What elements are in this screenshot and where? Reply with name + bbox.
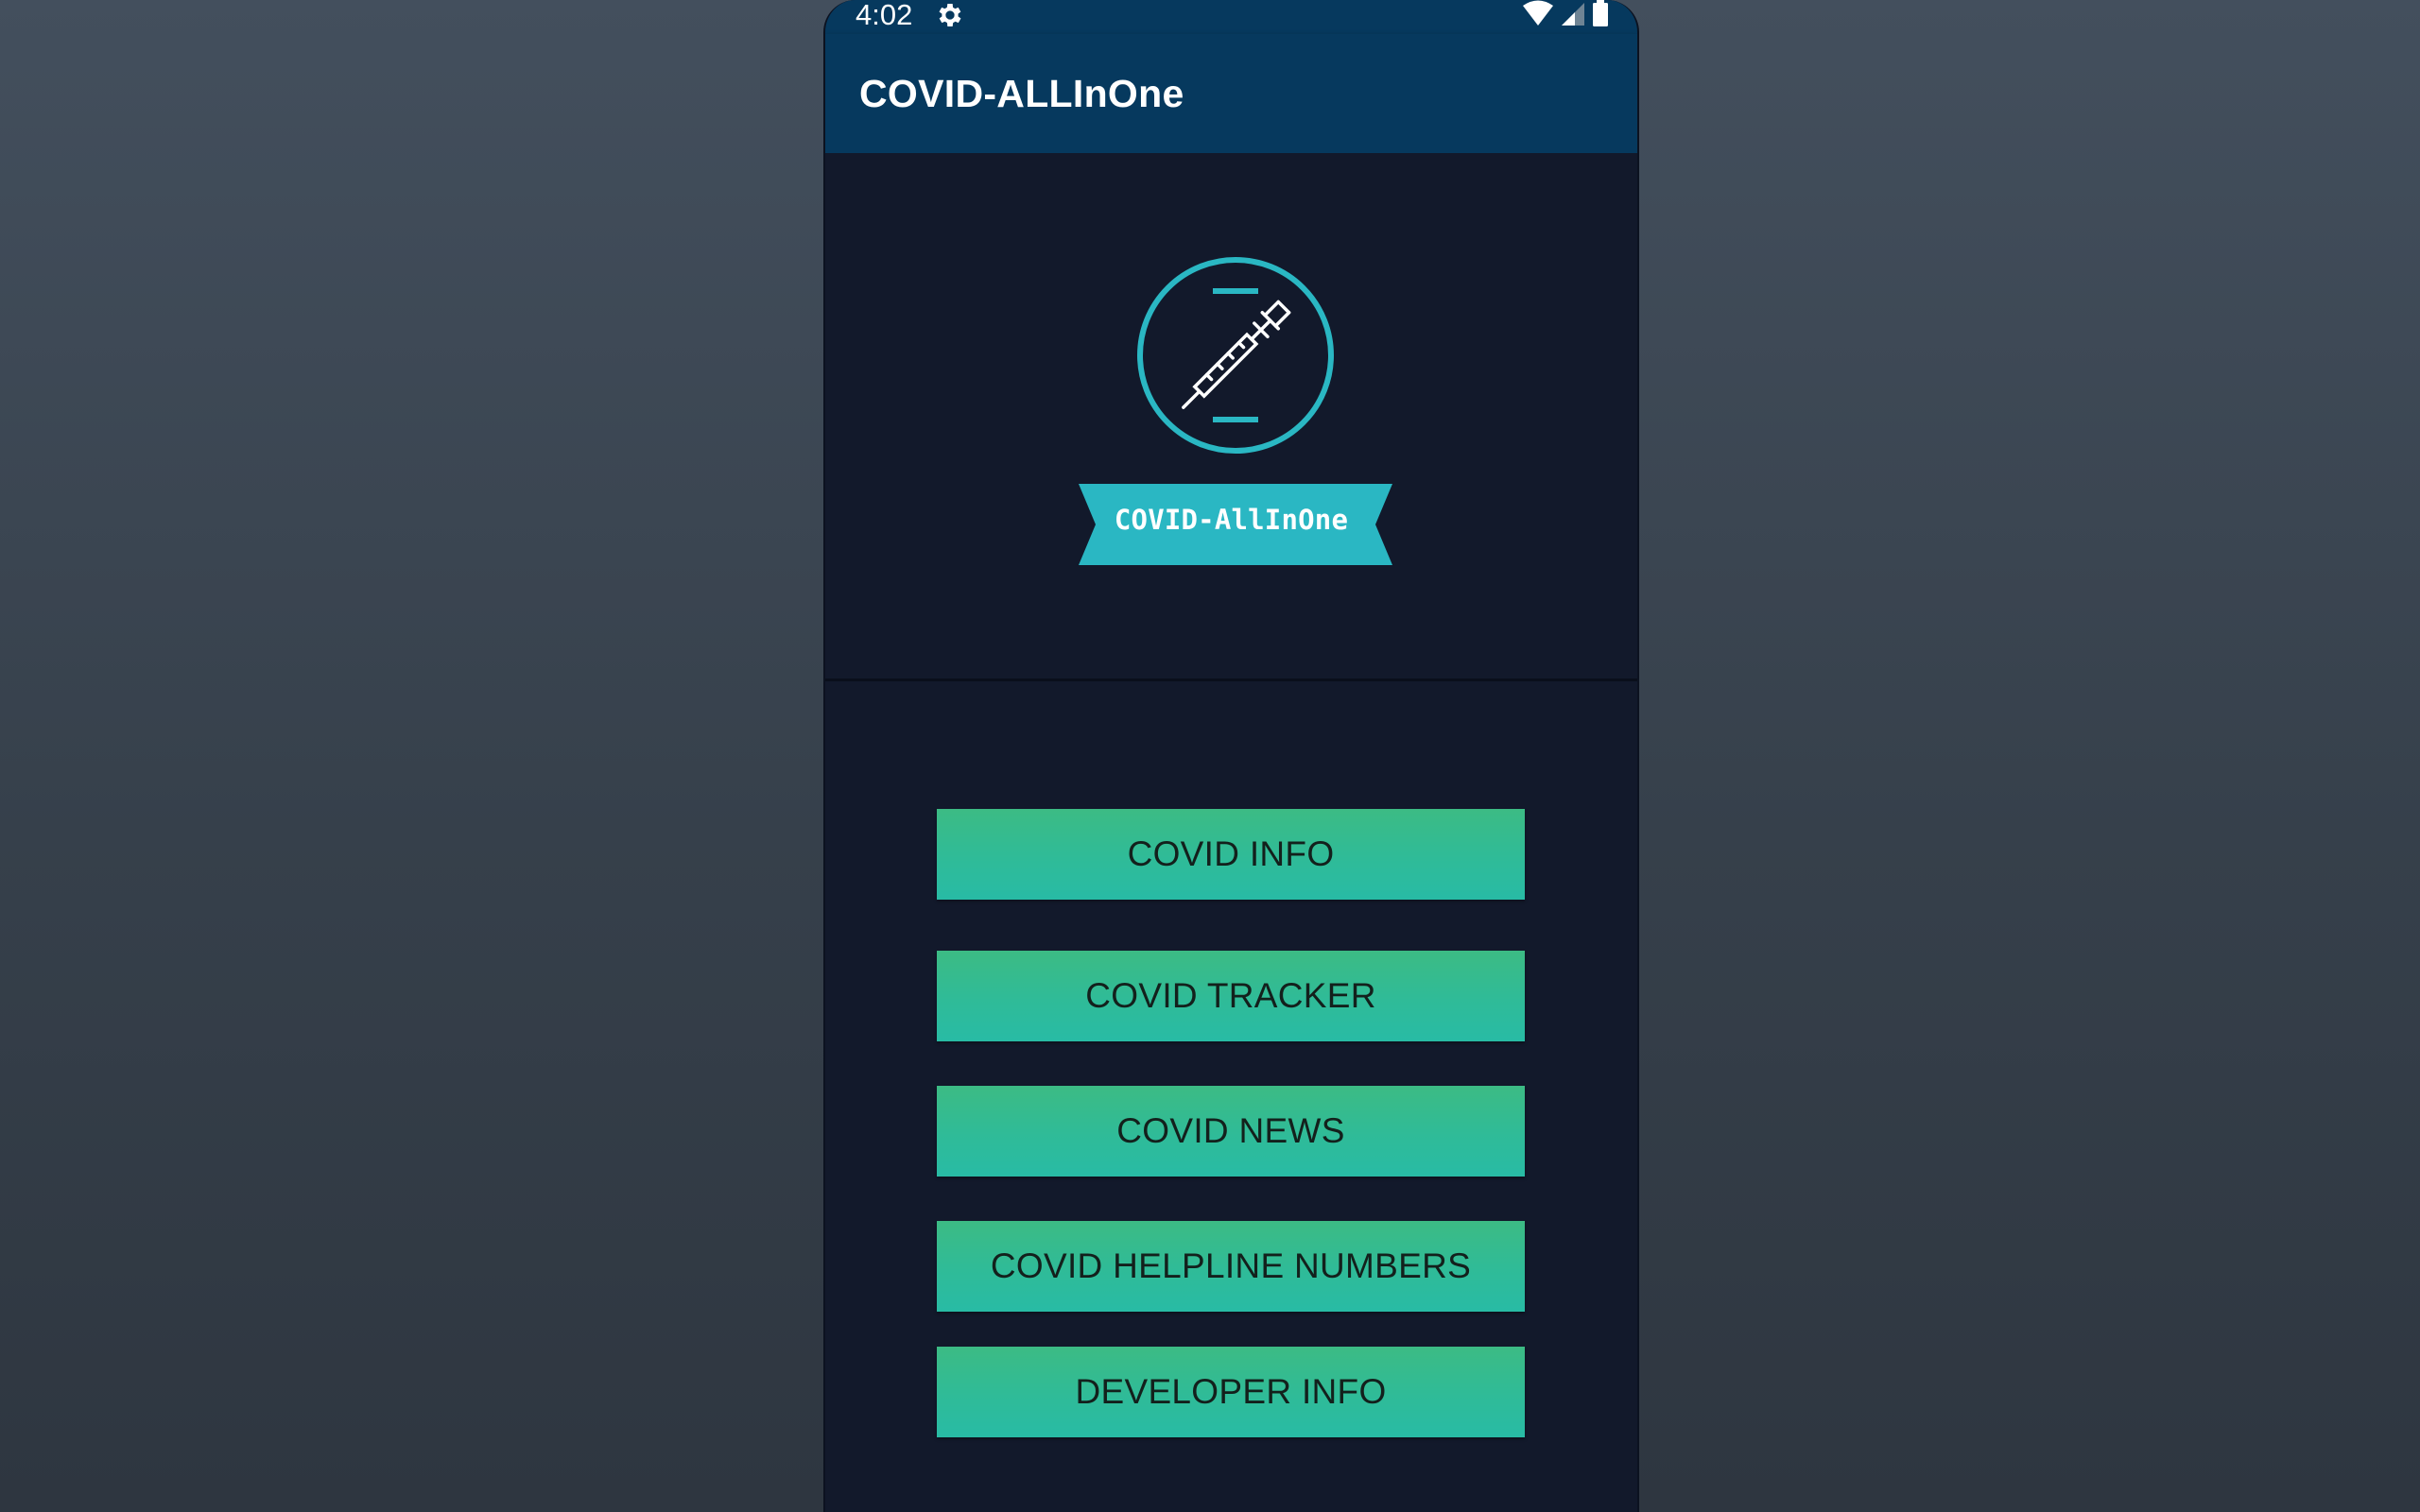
wifi-icon: [1522, 0, 1554, 31]
phone-screen: 4:02 COVID-ALLInOne COVID-AllInOne COVID…: [823, 0, 1639, 1512]
covid-tracker-button[interactable]: COVID TRACKER: [937, 951, 1525, 1041]
logo-area: COVID-AllInOne: [825, 153, 1637, 681]
app-bar: COVID-ALLInOne: [825, 34, 1637, 153]
signal-icon: [1560, 0, 1586, 31]
status-bar: 4:02: [825, 0, 1637, 34]
gear-icon: [935, 0, 965, 30]
syringe-icon: [1182, 300, 1291, 409]
developer-info-button[interactable]: DEVELOPER INFO: [937, 1347, 1525, 1437]
covid-info-button[interactable]: COVID INFO: [937, 809, 1525, 900]
battery-icon: [1592, 0, 1609, 31]
main-menu: COVID INFO COVID TRACKER COVID NEWS COVI…: [825, 681, 1637, 1512]
status-time: 4:02: [856, 0, 913, 31]
covid-helpline-numbers-button[interactable]: COVID HELPLINE NUMBERS: [937, 1221, 1525, 1312]
logo-ribbon-text: COVID-AllInOne: [1114, 504, 1349, 536]
covid-news-button[interactable]: COVID NEWS: [937, 1086, 1525, 1177]
app-title: COVID-ALLInOne: [859, 72, 1184, 115]
